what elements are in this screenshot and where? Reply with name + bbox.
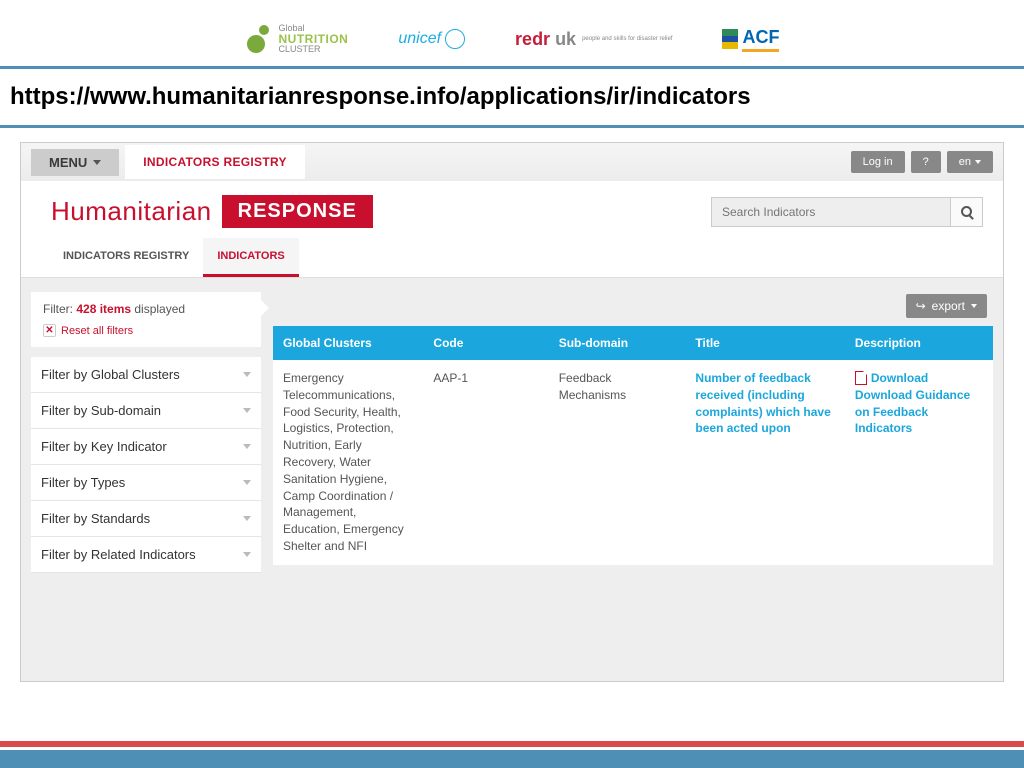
search-button[interactable] [951,197,983,227]
brand-row: Humanitarian RESPONSE [21,181,1003,238]
subtabs: INDICATORS REGISTRY INDICATORS [21,238,1003,278]
help-label: ? [923,156,929,168]
lang-label: en [959,156,971,168]
guidance-link[interactable]: Download Guidance on Feedback Indicators [855,387,983,437]
filter-label: Filter by Related Indicators [41,547,196,562]
acf-flag-icon [722,29,738,49]
filter-panel: Filter: 428 items displayed ✕ Reset all … [31,292,261,573]
cell-code: AAP-1 [423,360,548,565]
partner-logos: Global NUTRITION CLUSTER unicef redr uk … [0,0,1024,66]
unicef-text: unicef [398,30,441,48]
globe-icon [445,29,465,49]
footer-stripes [0,741,1024,768]
gnc-logo: Global NUTRITION CLUSTER [245,24,349,54]
search [711,197,983,227]
table-row: Emergency Telecommunications, Food Secur… [273,360,993,565]
acf-logo: ACF [722,27,779,52]
filter-label: Filter by Key Indicator [41,439,167,454]
reset-filters[interactable]: ✕ Reset all filters [43,324,249,337]
caret-down-icon [975,160,981,164]
col-code[interactable]: Code [423,326,548,360]
search-icon [961,206,972,217]
topbar: MENU INDICATORS REGISTRY Log in ? en [21,143,1003,181]
search-input[interactable] [711,197,951,227]
cell-clusters: Emergency Telecommunications, Food Secur… [273,360,423,565]
chevron-down-icon [243,408,251,413]
filter-types[interactable]: Filter by Types [31,465,261,501]
export-button[interactable]: ↪ export [906,294,987,318]
download-link[interactable]: Download [871,370,928,387]
filter-sub-domain[interactable]: Filter by Sub-domain [31,393,261,429]
cell-title-link[interactable]: Number of feedback received (including c… [685,360,844,565]
redr-logo: redr uk people and skills for disaster r… [515,30,672,48]
caret-down-icon [93,160,101,165]
acf-text: ACF [742,27,779,52]
filter-global-clusters[interactable]: Filter by Global Clusters [31,357,261,393]
close-icon: ✕ [43,324,56,337]
filter-groups: Filter by Global Clusters Filter by Sub-… [31,357,261,573]
help-button[interactable]: ? [911,151,941,173]
redr-uk: uk [550,29,576,49]
url-text: https://www.humanitarianresponse.info/ap… [10,83,1014,111]
unicef-logo: unicef [398,29,465,49]
filter-label: Filter by Types [41,475,125,490]
filter-standards[interactable]: Filter by Standards [31,501,261,537]
tab-indicators-registry[interactable]: INDICATORS REGISTRY [125,145,305,179]
col-title[interactable]: Title [685,326,844,360]
brand-left: Humanitarian [51,196,212,227]
app-frame: MENU INDICATORS REGISTRY Log in ? en Hum… [20,142,1004,682]
subtab-registry[interactable]: INDICATORS REGISTRY [49,238,203,277]
login-label: Log in [863,156,893,168]
filter-count-line: Filter: 428 items displayed [43,302,249,316]
filter-label: Filter by Global Clusters [41,367,180,382]
filter-label: Filter by Standards [41,511,150,526]
export-label: export [932,299,965,313]
results-table: Global Clusters Code Sub-domain Title De… [273,326,993,566]
filter-related-indicators[interactable]: Filter by Related Indicators [31,537,261,573]
filter-summary: Filter: 428 items displayed ✕ Reset all … [31,292,261,347]
reset-label: Reset all filters [61,325,133,337]
table-area: ↪ export Global Clusters Code Sub-domain… [273,292,993,573]
chevron-down-icon [243,372,251,377]
pdf-icon [855,371,867,385]
brand: Humanitarian RESPONSE [51,195,373,228]
filter-prefix: Filter: [43,302,76,316]
content: Filter: 428 items displayed ✕ Reset all … [21,278,1003,573]
filter-label: Filter by Sub-domain [41,403,161,418]
cell-description: Download Download Guidance on Feedback I… [845,360,993,565]
caret-down-icon [971,304,977,308]
gnc-icon [245,25,273,53]
chevron-down-icon [243,480,251,485]
brand-right: RESPONSE [222,195,373,228]
filter-key-indicator[interactable]: Filter by Key Indicator [31,429,261,465]
chevron-down-icon [243,516,251,521]
gnc-line3: CLUSTER [279,45,349,54]
chevron-down-icon [243,444,251,449]
redr-red: redr [515,29,550,49]
menu-button[interactable]: MENU [31,149,119,176]
login-button[interactable]: Log in [851,151,905,173]
col-sub-domain[interactable]: Sub-domain [549,326,686,360]
menu-label: MENU [49,155,87,170]
share-icon: ↪ [916,299,926,313]
language-button[interactable]: en [947,151,993,173]
filter-count: 428 items [76,302,131,316]
col-global-clusters[interactable]: Global Clusters [273,326,423,360]
filter-suffix: displayed [131,302,185,316]
subtab-indicators[interactable]: INDICATORS [203,238,298,277]
redr-sub: people and skills for disaster relief [582,36,672,42]
url-bar: https://www.humanitarianresponse.info/ap… [0,66,1024,128]
chevron-down-icon [243,552,251,557]
cell-subdomain: Feedback Mechanisms [549,360,686,565]
col-description[interactable]: Description [845,326,993,360]
